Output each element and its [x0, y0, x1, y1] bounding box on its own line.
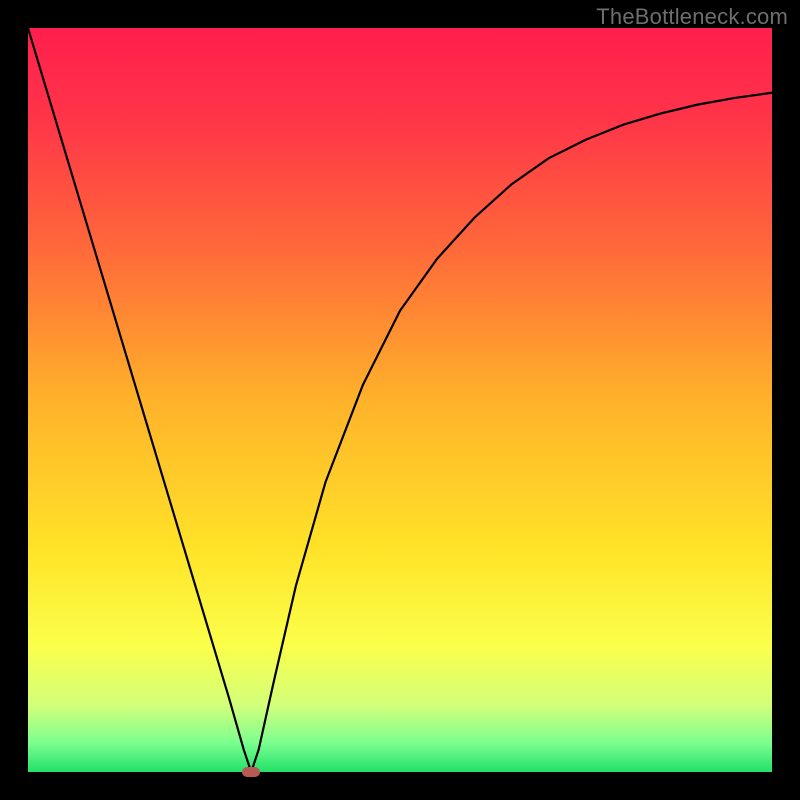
- plot-area: [28, 28, 772, 772]
- bottleneck-curve: [28, 28, 772, 772]
- minimum-marker: [242, 767, 260, 777]
- chart-frame: TheBottleneck.com: [0, 0, 800, 800]
- watermark-text: TheBottleneck.com: [596, 4, 788, 30]
